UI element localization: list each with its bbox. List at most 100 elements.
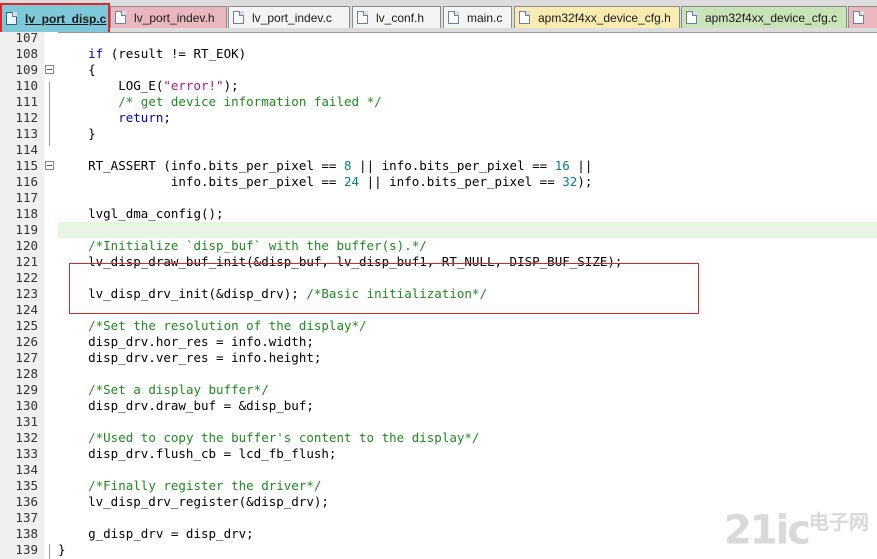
code-line[interactable]: 112 return; — [0, 110, 877, 126]
code-text: /*Initialize `disp_buf` with the buffer(… — [58, 238, 877, 254]
code-text: disp_drv.flush_cb = lcd_fb_flush; — [58, 446, 877, 462]
line-number: 118 — [15, 206, 38, 221]
code-comment: /*Initialize `disp_buf` with the buffer(… — [88, 238, 427, 253]
code-token: LOG_E( — [58, 78, 164, 93]
code-text: /*Used to copy the buffer's content to t… — [58, 430, 877, 446]
fold-collapse-icon[interactable] — [45, 161, 54, 170]
tab-main-c[interactable]: main.c — [443, 6, 512, 28]
line-number: 139 — [15, 542, 38, 557]
line-number: 113 — [15, 126, 38, 141]
line-number: 115 — [15, 158, 38, 173]
tab-label: lv_port_indev.c — [252, 10, 332, 25]
code-line[interactable]: 113 } — [0, 126, 877, 142]
code-token: lvgl_dma_config(); — [58, 206, 224, 221]
code-line[interactable]: 107 — [0, 30, 877, 46]
watermark-logo: 21ic电子网 — [723, 507, 869, 553]
code-token: } — [58, 542, 66, 557]
code-line[interactable]: 126 disp_drv.hor_res = info.width; — [0, 334, 877, 350]
fold-collapse-icon[interactable] — [45, 65, 54, 74]
tab-lv-port-disp-c[interactable]: lv_port_disp.c — [0, 3, 110, 32]
tab-apm32f4xx-device-cfg-h[interactable]: apm32f4xx_device_cfg.h — [514, 6, 680, 28]
line-number: 111 — [15, 94, 38, 109]
code-line[interactable]: 135 /*Finally register the driver*/ — [0, 478, 877, 494]
file-icon — [448, 11, 459, 24]
code-comment: /* get device information failed */ — [118, 94, 382, 109]
tab-more[interactable] — [848, 6, 877, 28]
line-number: 119 — [15, 222, 38, 237]
code-text: /*Set a display buffer*/ — [58, 382, 877, 398]
code-line[interactable]: 131 — [0, 414, 877, 430]
code-line[interactable]: 134 — [0, 462, 877, 478]
code-line[interactable]: 109 { — [0, 62, 877, 78]
line-number: 138 — [15, 526, 38, 541]
code-token: ; — [163, 110, 171, 125]
tab-label: main.c — [467, 10, 503, 25]
code-text: /*Finally register the driver*/ — [58, 478, 877, 494]
line-number: 136 — [15, 494, 38, 509]
line-number: 130 — [15, 398, 38, 413]
line-number: 137 — [15, 510, 38, 525]
code-comment: /*Finally register the driver*/ — [88, 478, 322, 493]
code-line[interactable]: 119 — [0, 222, 877, 238]
code-text: disp_drv.draw_buf = &disp_buf; — [58, 398, 877, 414]
code-line[interactable]: 125 /*Set the resolution of the display*… — [0, 318, 877, 334]
line-number: 133 — [15, 446, 38, 461]
code-line[interactable]: 118 lvgl_dma_config(); — [0, 206, 877, 222]
editor-tab-bar: lv_port_disp.c lv_port_indev.h lv_port_ind… — [0, 0, 877, 33]
tab-label: lv_port_disp.c — [25, 11, 107, 26]
code-keyword: return — [118, 110, 164, 125]
code-keyword: if — [88, 46, 104, 61]
code-editor[interactable]: 107 108 if (result != RT_EOK) 109 {110 LOG… — [0, 30, 877, 559]
code-token: lv_disp_drv_register(&disp_drv); — [58, 494, 329, 509]
code-token: RT_ASSERT (info.bits_per_pixel == — [58, 158, 344, 173]
code-line[interactable]: 133 disp_drv.flush_cb = lcd_fb_flush; — [0, 446, 877, 462]
code-line[interactable]: 132 /*Used to copy the buffer's content … — [0, 430, 877, 446]
file-icon — [6, 12, 17, 25]
code-text: info.bits_per_pixel == 24 || info.bits_p… — [58, 174, 877, 190]
code-line[interactable]: 129 /*Set a display buffer*/ — [0, 382, 877, 398]
code-line[interactable]: 116 info.bits_per_pixel == 24 || info.bi… — [0, 174, 877, 190]
line-number: 117 — [15, 190, 38, 205]
file-icon — [519, 11, 530, 24]
file-icon — [233, 11, 244, 24]
tab-label: lv_conf.h — [376, 10, 425, 25]
line-number: 134 — [15, 462, 38, 477]
line-number: 124 — [15, 302, 38, 317]
code-token: || info.bits_per_pixel == — [351, 158, 555, 173]
code-text: lvgl_dma_config(); — [58, 206, 877, 222]
tab-lv-conf-h[interactable]: lv_conf.h — [352, 6, 441, 28]
code-token: g_disp_drv = disp_drv; — [58, 526, 254, 541]
code-text: { — [58, 62, 877, 78]
code-line[interactable]: 111 /* get device information failed */ — [0, 94, 877, 110]
code-token: disp_drv.ver_res = info.height; — [58, 350, 322, 365]
tab-lv-port-indev-c[interactable]: lv_port_indev.c — [228, 6, 350, 28]
line-number: 127 — [15, 350, 38, 365]
code-line[interactable]: 115 RT_ASSERT (info.bits_per_pixel == 8 … — [0, 158, 877, 174]
line-number: 120 — [15, 238, 38, 253]
line-number: 131 — [15, 414, 38, 429]
code-comment: /*Set a display buffer*/ — [88, 382, 269, 397]
line-number: 129 — [15, 382, 38, 397]
code-line[interactable]: 110 LOG_E("error!"); — [0, 78, 877, 94]
code-comment: /*Set the resolution of the display*/ — [88, 318, 367, 333]
code-token: info.bits_per_pixel == — [58, 174, 344, 189]
code-line[interactable]: 127 disp_drv.ver_res = info.height; — [0, 350, 877, 366]
tab-lv-port-indev-h[interactable]: lv_port_indev.h — [110, 6, 227, 28]
code-token: ); — [577, 174, 593, 189]
code-line[interactable]: 120 /*Initialize `disp_buf` with the buf… — [0, 238, 877, 254]
line-number: 123 — [15, 286, 38, 301]
code-line[interactable]: 108 if (result != RT_EOK) — [0, 46, 877, 62]
code-line[interactable]: 117 — [0, 190, 877, 206]
code-line[interactable]: 130 disp_drv.draw_buf = &disp_buf; — [0, 398, 877, 414]
code-line[interactable]: 128 — [0, 366, 877, 382]
tab-apm32f4xx-device-cfg-c[interactable]: apm32f4xx_device_cfg.c — [681, 6, 847, 28]
code-line[interactable]: 114 — [0, 142, 877, 158]
